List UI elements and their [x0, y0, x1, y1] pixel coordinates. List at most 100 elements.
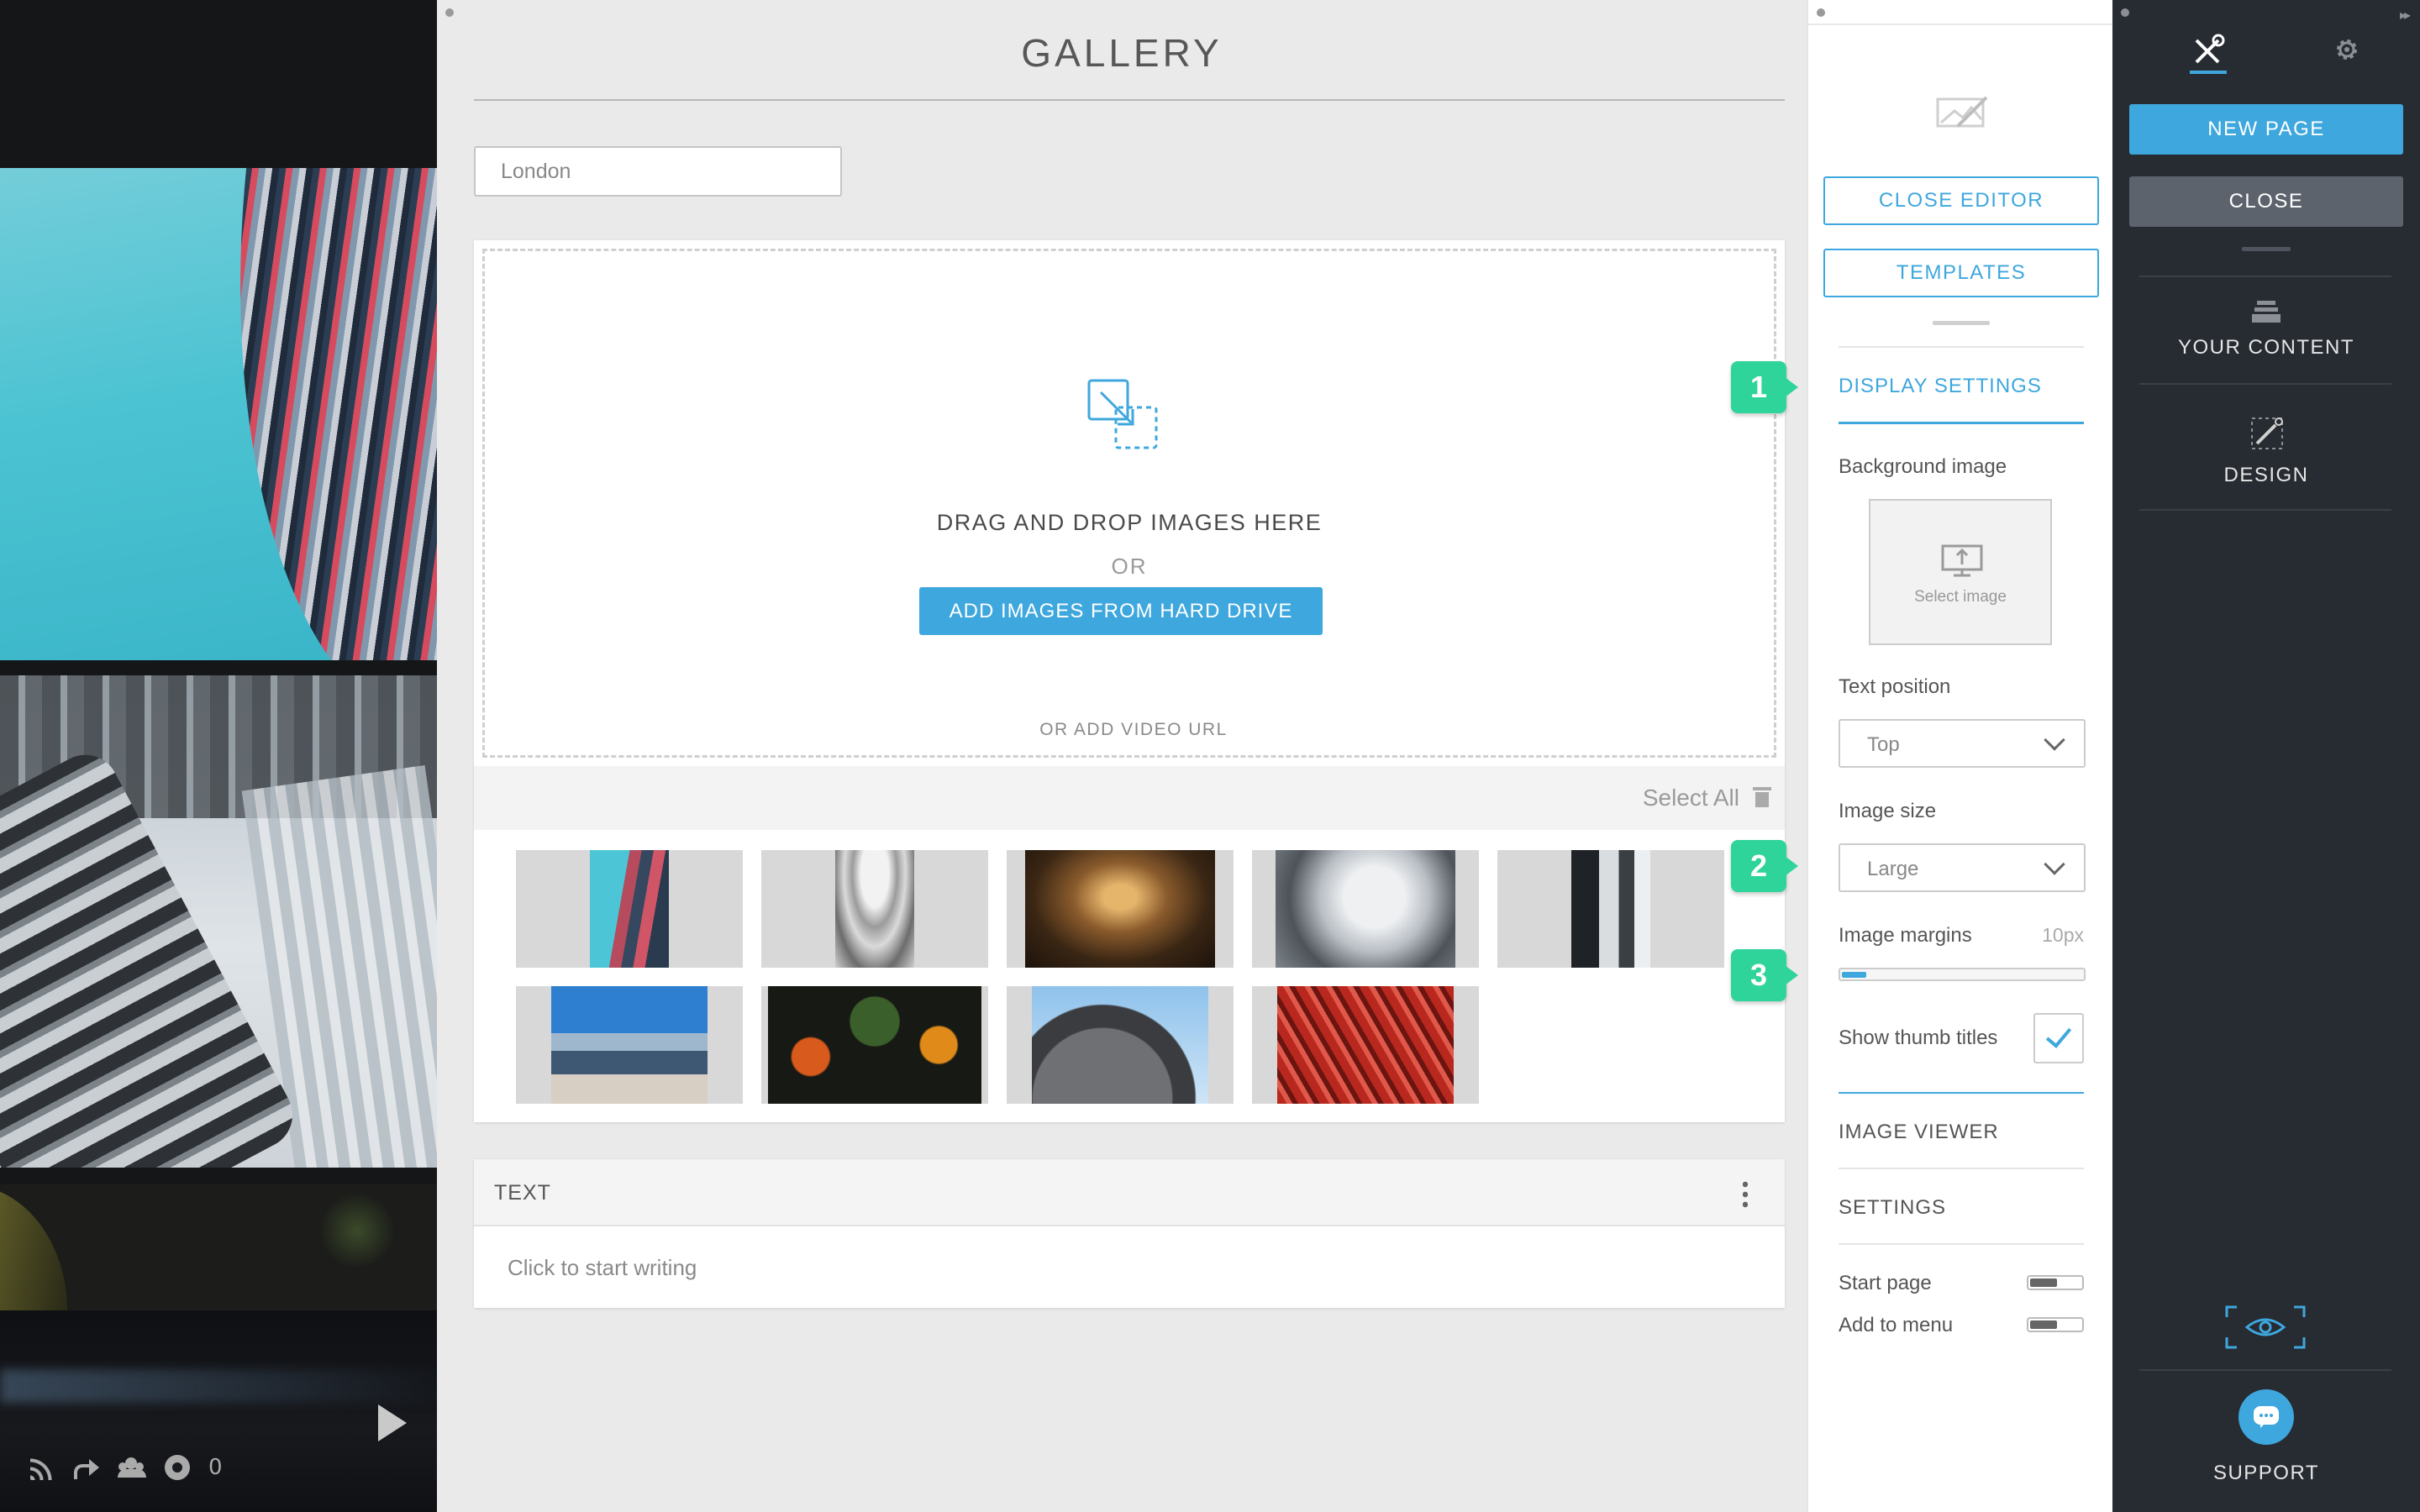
image-margins-label: Image margins — [1839, 924, 1972, 947]
chevron-down-icon — [2044, 729, 2065, 751]
thumbnail-museum-atrium[interactable] — [761, 850, 988, 968]
preview-eye-icon[interactable] — [2223, 1304, 2307, 1351]
thumbnail-dark-tower[interactable] — [1497, 850, 1724, 968]
thumbnail-london-skyline[interactable] — [516, 986, 743, 1104]
support-label[interactable]: SUPPORT — [2112, 1462, 2420, 1485]
right-navigation: ▸▸ NEW PAGE CLOSE YOUR CONTENT DESIGN SU… — [2112, 0, 2420, 1512]
preview-footer: 0 — [30, 1455, 223, 1480]
show-thumb-titles-label: Show thumb titles — [1839, 1026, 1998, 1049]
panel-handle — [1933, 321, 1990, 325]
thumbnail-geodesic-dome[interactable] — [1007, 986, 1234, 1104]
like-count: 0 — [208, 1455, 223, 1480]
text-position-value: Top — [1867, 733, 1900, 756]
image-dropzone[interactable]: DRAG AND DROP IMAGES HERE OR ADD IMAGES … — [482, 249, 1776, 758]
nav-your-content[interactable]: YOUR CONTENT — [2112, 296, 2420, 380]
slider-fill — [1842, 972, 1866, 978]
rss-icon[interactable] — [30, 1455, 55, 1480]
divider — [1839, 346, 2084, 348]
preview-image-leaves[interactable] — [0, 1184, 437, 1310]
settings-panel: CLOSE EDITOR TEMPLATES DISPLAY SETTINGS … — [1807, 0, 2112, 1512]
divider — [1839, 1243, 2084, 1245]
upload-monitor-icon — [1941, 544, 1983, 577]
image-size-label: Image size — [1839, 800, 1937, 822]
trash-icon[interactable] — [1753, 785, 1771, 808]
tools-icon[interactable] — [2188, 32, 2227, 71]
selection-bar: Select All — [474, 766, 1785, 830]
stack-icon — [2252, 301, 2281, 323]
select-all-link[interactable]: Select All — [1643, 785, 1739, 811]
nav-design[interactable]: DESIGN — [2112, 415, 2420, 504]
text-position-label: Text position — [1839, 675, 1951, 698]
divider — [1839, 1092, 2084, 1094]
add-video-url-link[interactable]: OR ADD VIDEO URL — [485, 720, 1774, 740]
share-icon[interactable] — [74, 1457, 99, 1479]
window-dot — [445, 8, 454, 17]
design-pen-icon — [2251, 417, 2283, 449]
add-images-button[interactable]: ADD IMAGES FROM HARD DRIVE — [919, 587, 1323, 635]
title-divider — [474, 99, 1785, 101]
collapse-icon[interactable]: ▸▸ — [2400, 7, 2411, 23]
gallery-name-input[interactable] — [474, 146, 842, 197]
or-text: OR — [1111, 554, 1148, 579]
background-image-label: Background image — [1839, 455, 2007, 478]
image-viewer-section[interactable]: IMAGE VIEWER — [1839, 1121, 1999, 1144]
callout-1: 1 — [1731, 361, 1798, 413]
gear-icon[interactable] — [2331, 34, 2363, 66]
text-editor-placeholder[interactable]: Click to start writing — [508, 1255, 697, 1281]
window-dot — [1817, 8, 1825, 17]
new-page-button[interactable]: NEW PAGE — [2129, 104, 2403, 155]
start-page-toggle[interactable] — [2027, 1275, 2084, 1290]
templates-button[interactable]: TEMPLATES — [1823, 249, 2099, 297]
people-icon[interactable] — [118, 1457, 146, 1478]
active-tab-underline — [2190, 71, 2227, 74]
add-to-menu-toggle[interactable] — [2027, 1317, 2084, 1332]
page-title[interactable]: GALLERY — [437, 30, 1807, 76]
image-margins-value: 10px — [2042, 924, 2084, 946]
chevron-down-icon — [2044, 853, 2065, 875]
start-page-label: Start page — [1839, 1272, 1932, 1294]
gallery-block: DRAG AND DROP IMAGES HERE OR ADD IMAGES … — [474, 240, 1785, 1122]
select-image-label: Select image — [1914, 588, 2007, 606]
divider — [1839, 1168, 2084, 1169]
thumbnail-red-facade[interactable] — [1252, 986, 1479, 1104]
chat-icon — [2254, 1406, 2279, 1428]
support-button[interactable] — [2238, 1389, 2294, 1445]
select-background-image[interactable]: Select image — [1869, 499, 2052, 645]
divider — [2139, 1369, 2391, 1371]
drop-images-icon — [1087, 379, 1158, 449]
preview-image-curved-building[interactable] — [0, 168, 437, 660]
preview-image-skyscrapers[interactable] — [0, 675, 437, 1168]
thumbnail-curved-building[interactable] — [516, 850, 743, 968]
text-position-select[interactable]: Top — [1839, 719, 2086, 768]
like-icon[interactable] — [165, 1455, 190, 1480]
window-dot — [2121, 8, 2129, 17]
thumbnail-skyscrapers[interactable] — [1252, 850, 1479, 968]
thumbnail-museum-hall[interactable] — [1007, 850, 1234, 968]
callout-2: 2 — [1731, 840, 1798, 892]
image-size-select[interactable]: Large — [1839, 843, 2086, 892]
edit-image-icon — [1936, 96, 1988, 128]
preview-image-dark — [0, 1310, 437, 1512]
image-margins-slider[interactable] — [1839, 968, 2086, 981]
tab-display-settings[interactable]: DISPLAY SETTINGS — [1839, 375, 2042, 398]
callout-3: 3 — [1731, 949, 1798, 1001]
drag-drop-text: DRAG AND DROP IMAGES HERE — [936, 510, 1323, 535]
active-tab-underline — [1839, 422, 2084, 424]
nav-design-label: DESIGN — [2223, 464, 2309, 486]
text-block-header: TEXT — [474, 1159, 1785, 1226]
add-to-menu-label: Add to menu — [1839, 1314, 1954, 1336]
show-thumb-titles-checkbox[interactable] — [2033, 1013, 2084, 1063]
site-preview: 0 — [0, 0, 437, 1512]
check-icon — [2045, 1021, 2072, 1048]
close-button[interactable]: CLOSE — [2129, 176, 2403, 227]
nav-your-content-label: YOUR CONTENT — [2178, 336, 2354, 359]
play-icon[interactable] — [378, 1404, 407, 1441]
text-block: TEXT Click to start writing — [474, 1159, 1785, 1308]
more-options-icon[interactable] — [1743, 1179, 1748, 1208]
thumbnail-autumn-leaves[interactable] — [761, 986, 988, 1104]
close-editor-button[interactable]: CLOSE EDITOR — [1823, 176, 2099, 225]
settings-section[interactable]: SETTINGS — [1839, 1196, 1946, 1220]
image-size-value: Large — [1867, 858, 1919, 880]
divider — [2139, 383, 2391, 385]
divider — [2139, 509, 2391, 511]
